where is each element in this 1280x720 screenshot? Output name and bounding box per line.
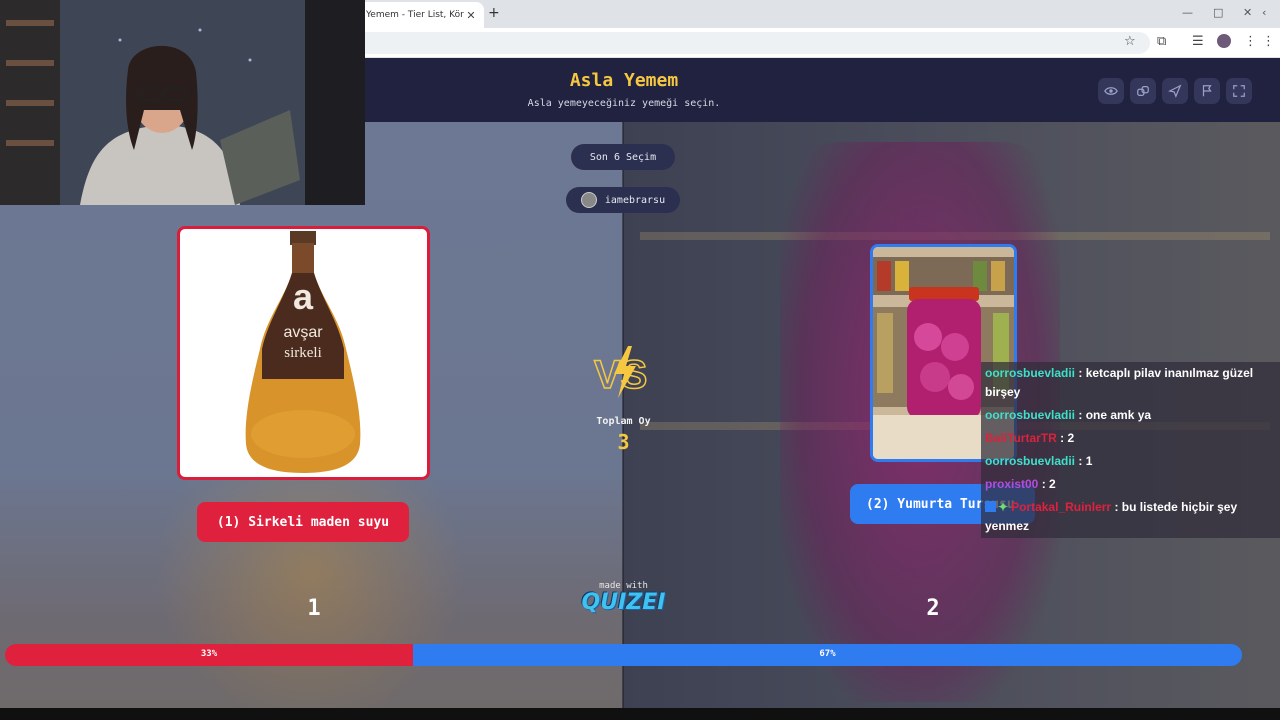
screen: Yemem - Tier List, Kör Sıral ✕ + — □ ✕ ‹… [0,0,1280,720]
total-votes-label: Toplam Oy [596,416,651,427]
chat-text: : one amk ya [1075,408,1152,422]
bottom-strip [0,708,1280,720]
flag-icon [1202,85,1212,97]
chat-text: : 2 [1038,477,1056,491]
side-panel-icon[interactable]: ⋮ [1262,34,1275,49]
option-1-number: 1 [307,596,321,621]
bookmark-star-icon[interactable]: ☆ [1124,34,1136,49]
chat-message: BaliTurtarTR : 2 [985,429,1276,448]
chat-message: oorrosbuevladii : one amk ya [985,406,1276,425]
address-bar[interactable] [350,32,1150,54]
chat-username: Portakal_Ruinlerr [1011,500,1112,514]
chat-username: oorrosbuevladii [985,366,1076,380]
chat-message: proxist00 : 2 [985,475,1276,494]
sparkle-badge-icon: ✦ [998,500,1009,514]
chat-text: : 1 [1075,454,1093,468]
send-button[interactable] [1162,78,1188,104]
chat-message: oorrosbuevladii : 1 [985,452,1276,471]
minimize-icon[interactable]: — [1182,6,1193,19]
option-1-percent: 33% [200,649,218,659]
option-2-number: 2 [926,596,940,621]
tab-title: Yemem - Tier List, Kör Sıral [366,10,464,20]
eye-icon [1104,87,1118,95]
bottle-sub-text: sirkeli [284,345,322,361]
extensions-icon[interactable]: ⧉ [1157,34,1166,49]
fullscreen-button[interactable] [1226,78,1252,104]
maximize-icon[interactable]: □ [1213,6,1223,19]
chat-username: BaliTurtarTR [985,431,1057,445]
share-link-button[interactable] [1130,78,1156,104]
tab-scroll-icon[interactable]: ‹ [1262,6,1266,19]
browser-menu-icon[interactable]: ⋮ [1244,34,1257,49]
tab-close-icon[interactable]: ✕ [464,9,478,22]
option-2-percent: 67% [819,649,836,659]
webcam-image [0,0,365,205]
option-1-button[interactable]: (1) Sirkeli maden suyu [197,502,409,542]
username: iamebrarsu [604,194,666,206]
link-icon [1137,86,1149,96]
fullscreen-icon [1233,85,1245,97]
profile-avatar[interactable] [1217,34,1231,48]
bottle-brand-text: avşar [283,324,323,341]
last-selections-label: Son 6 Seçim [589,151,657,163]
vs-icon: VS [593,346,648,398]
chat-overlay: oorrosbuevladii : ketcaplı pilav inanılm… [981,362,1280,538]
chat-badge-icon [985,501,996,512]
option-1-card[interactable]: a avşar sirkeli [177,226,430,480]
chat-username: oorrosbuevladii [985,408,1076,422]
webcam-overlay [0,0,365,205]
chat-text: : 2 [1056,431,1075,445]
chat-message: oorrosbuevladii : ketcaplı pilav inanılm… [985,364,1276,402]
user-pill[interactable]: iamebrarsu [566,187,680,213]
chat-username: oorrosbuevladii [985,454,1076,468]
browser-tab[interactable]: Yemem - Tier List, Kör Sıral ✕ [358,2,484,28]
quizei-logo[interactable]: QUIZEI [560,590,687,615]
window-close-icon[interactable]: ✕ [1243,6,1252,19]
total-votes-value: 3 [617,430,630,454]
option-1-image: a avşar sirkeli [245,231,361,473]
new-tab-icon[interactable]: + [488,5,500,21]
chat-username: proxist00 [985,477,1039,491]
svg-text:a: a [293,276,314,317]
chat-message: ✦ Portakal_Ruinlerr : bu listede hiçbir ş… [985,498,1276,536]
media-control-icon[interactable]: ☰ [1192,34,1204,49]
send-icon [1168,84,1182,98]
eye-button[interactable] [1098,78,1124,104]
report-button[interactable] [1194,78,1220,104]
user-avatar [580,192,597,208]
last-selections-pill[interactable]: Son 6 Seçim [571,144,675,170]
vote-progress-bar: 33% 67% [5,644,1242,666]
